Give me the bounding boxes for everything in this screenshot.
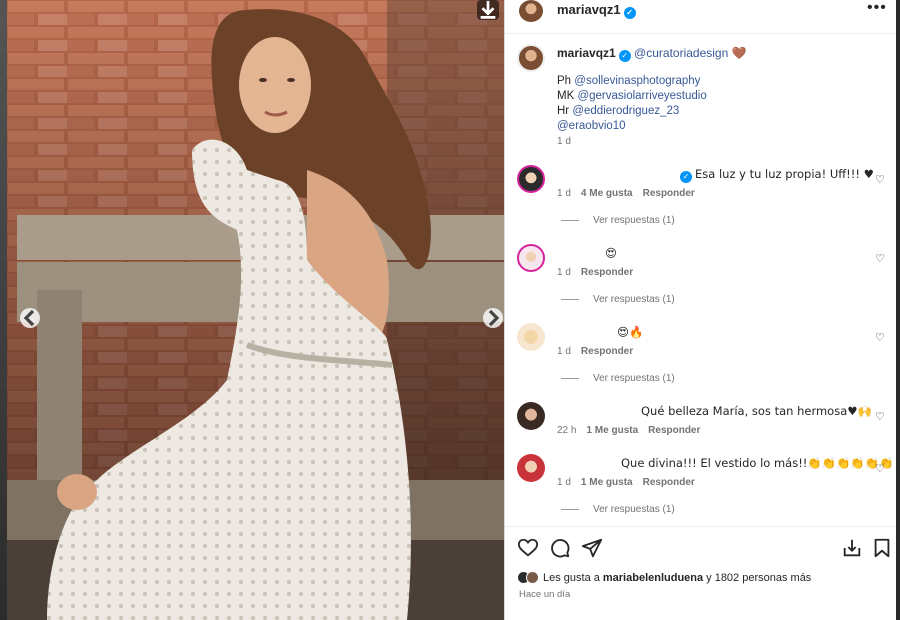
credit-prefix: MK xyxy=(557,90,575,102)
more-icon[interactable]: ••• xyxy=(867,0,887,17)
comment-text: ✓ Esa luz y tu luz propia! Uff!!! ♥ xyxy=(677,167,874,183)
caption-credits: Ph @sollevinasphotography MK @gervasiola… xyxy=(557,74,707,134)
like-comment-heart-icon[interactable]: ♡ xyxy=(875,252,885,265)
view-replies-button[interactable]: Ver respuestas (1) xyxy=(561,504,675,515)
caption-tag-link[interactable]: @curatoriadesign xyxy=(634,46,728,60)
post-header: mariavqz1 ✓ ••• xyxy=(505,0,897,34)
heart-icon[interactable] xyxy=(517,537,539,559)
verified-badge-icon: ✓ xyxy=(623,7,636,19)
credit-prefix: Ph xyxy=(557,75,572,87)
photo-illustration xyxy=(7,0,504,620)
caption-timestamp[interactable]: 1 d xyxy=(557,136,571,147)
avatar[interactable] xyxy=(517,165,545,193)
credit-mention-link[interactable]: @sollevinasphotography xyxy=(574,75,700,87)
comment-body: 😍🔥 xyxy=(617,325,644,339)
comment-icon[interactable] xyxy=(549,537,571,559)
avatar[interactable] xyxy=(517,323,545,351)
post-actions: Les gusta a mariabelenluduena y 1802 perso… xyxy=(505,526,897,620)
credit-mention-link[interactable]: @eddierodriguez_23 xyxy=(572,105,679,117)
reply-line xyxy=(561,508,579,510)
comment-meta: 1 d 4 Me gusta Responder xyxy=(557,188,705,199)
likes-count-link[interactable]: y 1802 personas más xyxy=(706,572,811,584)
likes-summary: Les gusta a mariabelenluduena y 1802 perso… xyxy=(517,571,811,584)
credit-line: Hr @eddierodriguez_23 xyxy=(557,104,707,119)
comment-body: Esa luz y tu luz propia! Uff!!! ♥ xyxy=(695,167,874,181)
chevron-left-icon xyxy=(23,309,35,327)
view-replies-button[interactable]: Ver respuestas (1) xyxy=(561,373,675,384)
comment-meta: 1 d Responder xyxy=(557,267,643,278)
verified-badge-icon: ✓ xyxy=(680,171,692,183)
post-side-panel: mariavqz1 ✓ ••• mariavqz1 ✓ @curatoriadesi… xyxy=(504,0,900,620)
chevron-right-icon xyxy=(488,309,500,327)
caption-header: mariavqz1 ✓ @curatoriadesign 🤎 xyxy=(557,46,747,62)
verified-badge-icon: ✓ xyxy=(618,50,631,62)
comment-meta: 1 d Responder xyxy=(557,346,643,357)
comment-body: 😍 xyxy=(605,246,617,260)
comment-likes[interactable]: 1 Me gusta xyxy=(581,477,633,488)
comment-time[interactable]: 1 d xyxy=(557,477,571,488)
next-photo-button[interactable] xyxy=(483,308,503,328)
reply-line xyxy=(561,298,579,300)
reply-button[interactable]: Responder xyxy=(581,267,633,278)
like-comment-heart-icon[interactable]: ♡ xyxy=(875,462,885,475)
comment-time[interactable]: 1 d xyxy=(557,188,571,199)
reply-button[interactable]: Responder xyxy=(648,425,700,436)
credit-line: Ph @sollevinasphotography xyxy=(557,74,707,89)
view-replies-label[interactable]: Ver respuestas (1) xyxy=(593,373,675,384)
view-replies-label[interactable]: Ver respuestas (1) xyxy=(593,504,675,515)
comment-body: Que divina!!! El vestido lo más!!👏👏👏👏👏👏 xyxy=(621,456,894,470)
credit-mention-link[interactable]: @eraobvio10 xyxy=(557,120,626,132)
instagram-post-viewer: mariavqz1 ✓ ••• mariavqz1 ✓ @curatoriadesi… xyxy=(0,0,900,620)
comment-meta: 22 h 1 Me gusta Responder xyxy=(557,425,710,436)
like-comment-heart-icon[interactable]: ♡ xyxy=(875,173,885,186)
view-replies-label[interactable]: Ver respuestas (1) xyxy=(593,294,675,305)
like-comment-heart-icon[interactable]: ♡ xyxy=(875,410,885,423)
username-text[interactable]: mariavqz1 xyxy=(557,2,621,17)
reply-button[interactable]: Responder xyxy=(581,346,633,357)
credit-mention-link[interactable]: @gervasiolarriveyestudio xyxy=(577,90,706,102)
credit-line: MK @gervasiolarriveyestudio xyxy=(557,89,707,104)
liker-avatar xyxy=(526,571,539,584)
brown-heart-emoji: 🤎 xyxy=(731,46,747,60)
previous-photo-button[interactable] xyxy=(20,308,40,328)
comment-time[interactable]: 22 h xyxy=(557,425,576,436)
bookmark-icon[interactable] xyxy=(871,537,893,559)
reply-line xyxy=(561,219,579,221)
comment-time[interactable]: 1 d xyxy=(557,346,571,357)
credit-line: @eraobvio10 xyxy=(557,119,707,134)
header-username[interactable]: mariavqz1 ✓ xyxy=(557,2,636,19)
comment-meta: 1 d 1 Me gusta Responder xyxy=(557,477,705,488)
reply-button[interactable]: Responder xyxy=(643,477,695,488)
save-collection-icon[interactable] xyxy=(841,537,863,559)
background-strip-right xyxy=(896,0,900,620)
likes-prefix: Les gusta a xyxy=(543,571,600,584)
post-photo[interactable] xyxy=(7,0,504,620)
avatar[interactable] xyxy=(517,402,545,430)
post-time: Hace un día xyxy=(519,589,571,600)
avatar[interactable] xyxy=(517,454,545,482)
avatar[interactable] xyxy=(517,244,545,272)
avatar[interactable] xyxy=(517,44,545,72)
reply-line xyxy=(561,377,579,379)
view-replies-button[interactable]: Ver respuestas (1) xyxy=(561,294,675,305)
view-replies-button[interactable]: Ver respuestas (1) xyxy=(561,215,675,226)
reply-button[interactable]: Responder xyxy=(643,188,695,199)
avatar[interactable] xyxy=(519,0,543,22)
comment-likes[interactable]: 1 Me gusta xyxy=(586,425,638,436)
view-replies-label[interactable]: Ver respuestas (1) xyxy=(593,215,675,226)
share-icon[interactable] xyxy=(581,537,603,559)
background-strip-left xyxy=(0,0,7,620)
comment-body: Qué belleza María, sos tan hermosa♥🙌 xyxy=(641,404,872,418)
like-comment-heart-icon[interactable]: ♡ xyxy=(875,331,885,344)
caption-username[interactable]: mariavqz1 xyxy=(557,46,616,60)
comment-time[interactable]: 1 d xyxy=(557,267,571,278)
likes-user-link[interactable]: mariabelenluduena xyxy=(603,572,703,584)
comment-likes[interactable]: 4 Me gusta xyxy=(581,188,633,199)
credit-prefix: Hr xyxy=(557,105,570,117)
